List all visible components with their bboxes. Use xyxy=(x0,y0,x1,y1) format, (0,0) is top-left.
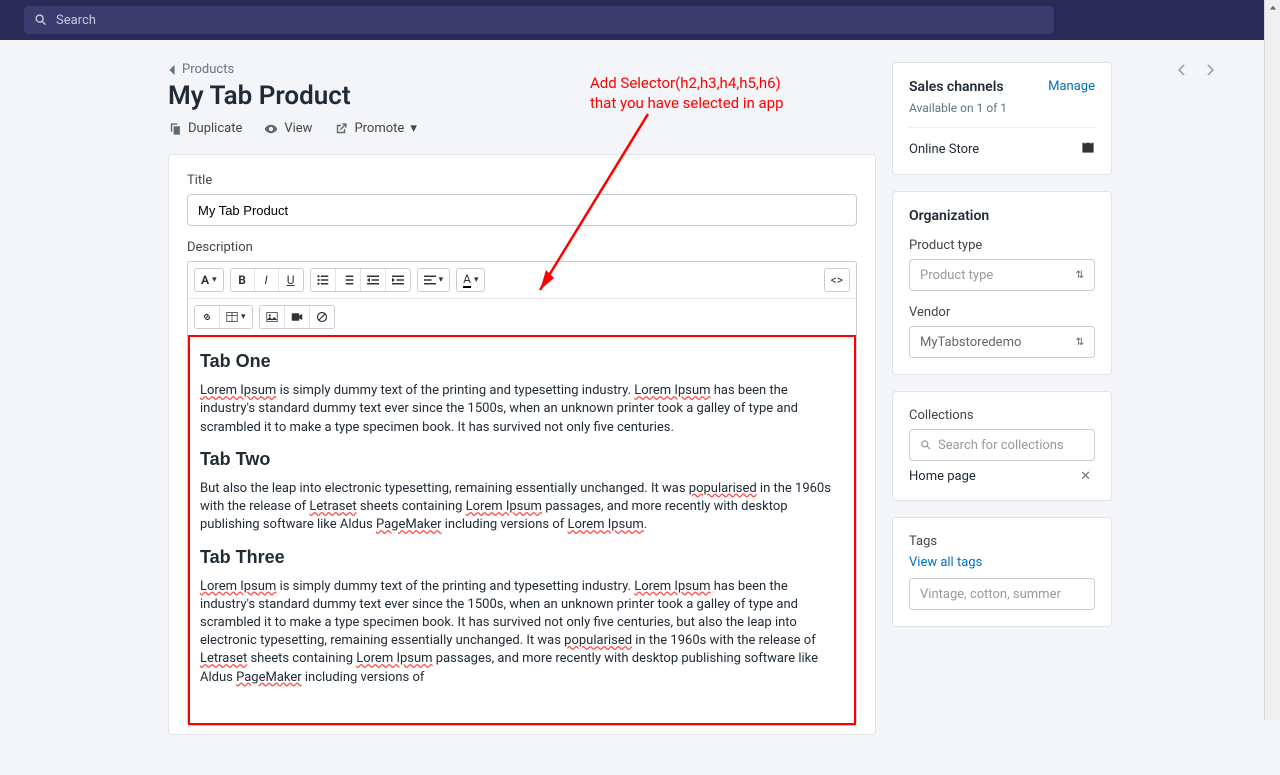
clear-format-button[interactable] xyxy=(310,306,334,328)
card-heading: Organization xyxy=(909,208,1095,224)
external-icon xyxy=(334,122,348,136)
manage-link[interactable]: Manage xyxy=(1048,79,1095,94)
align-button[interactable]: ▾ xyxy=(418,269,450,291)
description-label: Description xyxy=(187,240,857,255)
sales-channels-card: Sales channels Manage Available on 1 of … xyxy=(892,62,1112,175)
scrollbar[interactable] xyxy=(1264,0,1280,720)
collection-tag: Home page xyxy=(909,469,976,484)
card-heading: Tags xyxy=(909,534,1095,549)
tags-card: Tags View all tags Vintage, cotton, summ… xyxy=(892,517,1112,627)
topbar: Search xyxy=(0,0,1280,40)
video-button[interactable] xyxy=(285,306,310,328)
channel-item: Online Store xyxy=(909,142,979,157)
title-label: Title xyxy=(187,173,857,188)
breadcrumb-label: Products xyxy=(182,62,234,77)
page-title: My Tab Product xyxy=(168,81,876,111)
image-button[interactable] xyxy=(260,306,285,328)
card-heading: Sales channels xyxy=(909,79,1004,95)
underline-button[interactable]: U xyxy=(279,269,303,291)
link-button[interactable] xyxy=(195,306,220,328)
search-placeholder: Search xyxy=(56,13,96,28)
promote-button[interactable]: Promote ▾ xyxy=(334,121,416,136)
search-icon xyxy=(920,439,932,451)
tags-input[interactable]: Vintage, cotton, summer xyxy=(909,578,1095,610)
table-button[interactable]: ▾ xyxy=(220,306,252,328)
tab-paragraph: Lorem Ipsum is simply dummy text of the … xyxy=(200,578,844,687)
description-editor[interactable]: Tab One Lorem Ipsum is simply dummy text… xyxy=(188,335,856,725)
calendar-icon[interactable] xyxy=(1081,140,1095,158)
channel-availability: Available on 1 of 1 xyxy=(909,101,1095,115)
page-nav-arrows xyxy=(1174,62,1218,82)
tab-paragraph: But also the leap into electronic typese… xyxy=(200,480,844,535)
tab-heading: Tab Two xyxy=(200,447,844,472)
outdent-button[interactable] xyxy=(361,269,386,291)
view-all-tags-link[interactable]: View all tags xyxy=(909,555,1095,570)
tab-heading: Tab Three xyxy=(200,545,844,570)
next-arrow-button[interactable] xyxy=(1202,62,1218,82)
breadcrumb[interactable]: Products xyxy=(168,62,876,77)
product-type-select[interactable]: Product type⇅ xyxy=(909,259,1095,291)
color-button[interactable]: A▾ xyxy=(457,269,484,291)
format-select[interactable]: A▾ xyxy=(195,269,223,291)
scroll-up-button[interactable] xyxy=(1265,0,1280,16)
vendor-select[interactable]: MyTabstoredemo⇅ xyxy=(909,326,1095,358)
eye-icon xyxy=(264,122,278,136)
remove-collection-button[interactable]: ✕ xyxy=(1076,469,1095,484)
italic-button[interactable]: I xyxy=(255,269,279,291)
card-heading: Collections xyxy=(909,408,1095,423)
collections-card: Collections Search for collections Home … xyxy=(892,391,1112,501)
bullet-list-button[interactable] xyxy=(311,269,336,291)
search-input[interactable]: Search xyxy=(24,6,1054,34)
title-input[interactable] xyxy=(187,194,857,226)
duplicate-icon xyxy=(168,122,182,136)
vendor-label: Vendor xyxy=(909,305,1095,320)
view-button[interactable]: View xyxy=(264,121,312,136)
tab-paragraph: Lorem Ipsum is simply dummy text of the … xyxy=(200,382,844,437)
duplicate-button[interactable]: Duplicate xyxy=(168,121,242,136)
product-form-card: Title Description A▾ B I U xyxy=(168,154,876,735)
product-type-label: Product type xyxy=(909,238,1095,253)
prev-arrow-button[interactable] xyxy=(1174,62,1190,82)
bold-button[interactable]: B xyxy=(231,269,255,291)
tab-heading: Tab One xyxy=(200,349,844,374)
number-list-button[interactable] xyxy=(336,269,361,291)
indent-button[interactable] xyxy=(386,269,410,291)
collection-search-input[interactable]: Search for collections xyxy=(909,429,1095,461)
organization-card: Organization Product type Product type⇅ … xyxy=(892,191,1112,375)
chevron-left-icon xyxy=(168,64,176,76)
caret-down-icon: ▾ xyxy=(410,121,417,136)
search-icon xyxy=(34,13,48,27)
html-button[interactable]: <> xyxy=(825,269,849,291)
